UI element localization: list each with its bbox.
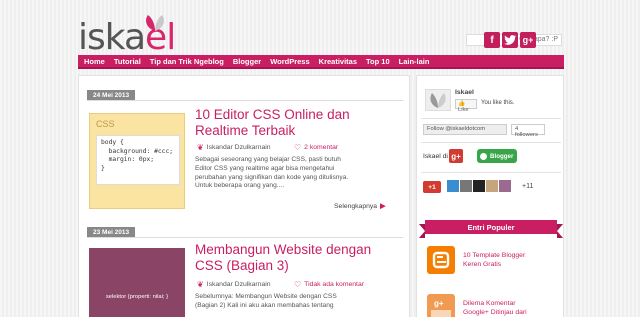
popular-post-title[interactable]: 10 Template Blogger Keren Gratis: [463, 252, 559, 269]
blogger-icon[interactable]: [427, 246, 455, 274]
svg-text:g+: g+: [434, 299, 444, 308]
thumbnail-label: selektor {properti: nilai; }: [105, 294, 169, 300]
nav-item-home[interactable]: Home: [84, 57, 105, 66]
facebook-page-avatar[interactable]: [425, 89, 451, 111]
thumbnail-code: body { background: #ccc; margin: 0px; }: [96, 135, 180, 185]
logo-leaf-icon: [430, 93, 446, 108]
divider: [87, 237, 403, 238]
author-leaf-icon: ❦: [197, 143, 204, 152]
post-list: 24 Mei 2013 CSS body { background: #ccc;…: [78, 75, 410, 317]
post-title-line: CSS (Bagian 3): [195, 258, 289, 273]
logo-leaf-icon: [146, 15, 164, 31]
comment-count: 2 komentar: [304, 144, 339, 151]
popular-post-line: Google+ Ditinjau dari: [463, 308, 527, 316]
arrow-right-icon: ▶: [380, 203, 386, 210]
divider: [421, 142, 561, 143]
avatar[interactable]: [473, 180, 485, 192]
popular-post-line: Dilema Komentar: [463, 300, 516, 307]
facebook-page-name[interactable]: Iskael: [455, 89, 474, 96]
post-title[interactable]: Membangun Website dengan CSS (Bagian 3): [195, 242, 405, 274]
blogger-label: Blogger: [490, 152, 514, 160]
excerpt-line: (Bagian 2) Kali ini aku akan membahas te…: [195, 301, 334, 309]
avatar[interactable]: [460, 180, 472, 192]
popular-post-title[interactable]: Dilema Komentar Google+ Ditinjau dari: [463, 300, 559, 317]
comment-count: Tidak ada komentar: [304, 281, 364, 288]
divider: [87, 100, 403, 101]
nav-item-wordpress[interactable]: WordPress: [270, 57, 309, 66]
post-author[interactable]: ❦ Iskandar Dzulkarnain: [197, 280, 271, 289]
excerpt-line: Sebelumnya: Membangun Website dengan CSS: [195, 293, 337, 300]
popular-post-line: 10 Template Blogger: [463, 252, 526, 259]
excerpt-line: Untuk beberapa orang yang....: [195, 182, 285, 190]
google-plus-icon[interactable]: g+: [449, 149, 463, 163]
avatar[interactable]: [486, 180, 498, 192]
nav-item-blogger[interactable]: Blogger: [233, 57, 261, 66]
plus-one-button[interactable]: +1: [423, 181, 441, 193]
facebook-icon[interactable]: f: [484, 32, 500, 48]
post-title-line: 10 Editor CSS Online dan: [195, 107, 350, 122]
excerpt-line: Sebagai seseorang yang belajar CSS, past…: [195, 156, 341, 163]
post-excerpt: Sebagai seseorang yang belajar CSS, past…: [195, 156, 403, 191]
post-title[interactable]: 10 Editor CSS Online dan Realtime Terbai…: [195, 107, 405, 139]
post-thumbnail[interactable]: CSS body { background: #ccc; margin: 0px…: [89, 113, 185, 209]
read-more-label: Selengkapnya: [334, 202, 378, 210]
google-plus-icon[interactable]: g+: [520, 32, 536, 48]
page-wrapper: iska el Cari apa? :P f g+ Home Tutorial T…: [78, 0, 564, 317]
post-title-line: Membangun Website dengan: [195, 242, 372, 257]
nav-item-tips[interactable]: Tip dan Trik Ngeblog: [150, 57, 224, 66]
ribbon-tail: [557, 224, 563, 238]
gplus-icon[interactable]: g+: [427, 294, 455, 317]
follower-count: 4 followers: [511, 124, 545, 138]
author-name: Iskandar Dzulkarnain: [206, 281, 271, 288]
popular-posts-heading: Entri Populer: [425, 220, 557, 234]
read-more-link[interactable]: Selengkapnya ▶: [334, 202, 386, 211]
blogger-icon: [480, 152, 487, 160]
excerpt-line: Editor CSS yang realtime agar bisa menge…: [195, 164, 335, 172]
excerpt-line: perubahan yang signifikan dan kode yang …: [195, 173, 349, 181]
facebook-like-button[interactable]: 👍 Like: [455, 99, 477, 113]
twitter-follow-button[interactable]: Follow @iskaeldotcom: [423, 124, 507, 135]
post-excerpt: Sebelumnya: Membangun Website dengan CSS…: [195, 293, 403, 311]
author-name: Iskandar Dzulkarnain: [206, 144, 271, 151]
nav-item-top10[interactable]: Top 10: [366, 57, 390, 66]
iskael-di-label: Iskael di: [423, 153, 448, 160]
divider: [421, 118, 561, 119]
main-navigation: Home Tutorial Tip dan Trik Ngeblog Blogg…: [78, 55, 564, 69]
post-thumbnail[interactable]: selektor {properti: nilai; }: [89, 248, 185, 317]
thumbnail-label: CSS: [96, 119, 115, 129]
author-leaf-icon: ❦: [197, 280, 204, 289]
heart-icon: ♡: [294, 280, 302, 289]
like-status: You like this.: [481, 100, 515, 106]
popular-post-line: Keren Gratis: [463, 260, 502, 268]
post-author[interactable]: ❦ Iskandar Dzulkarnain: [197, 143, 271, 152]
post-comments-link[interactable]: ♡ 2 komentar: [294, 143, 338, 152]
nav-item-tutorial[interactable]: Tutorial: [114, 57, 141, 66]
nav-item-lain-lain[interactable]: Lain-lain: [399, 57, 430, 66]
blogger-follow-button[interactable]: Blogger: [477, 149, 517, 163]
heart-icon: ♡: [294, 143, 302, 152]
logo-text-gray: iska: [78, 17, 146, 58]
divider: [421, 172, 561, 173]
twitter-icon[interactable]: [502, 32, 518, 48]
like-label: Like: [458, 107, 469, 113]
avatar[interactable]: [447, 180, 459, 192]
avatar[interactable]: [499, 180, 511, 192]
post-comments-link[interactable]: ♡ Tidak ada komentar: [294, 280, 364, 289]
plus-one-count: +11: [522, 183, 534, 190]
post-title-line: Realtime Terbaik: [195, 123, 296, 138]
sidebar: Iskael 👍 Like You like this. Follow @isk…: [416, 75, 564, 317]
nav-item-kreativitas[interactable]: Kreativitas: [319, 57, 357, 66]
